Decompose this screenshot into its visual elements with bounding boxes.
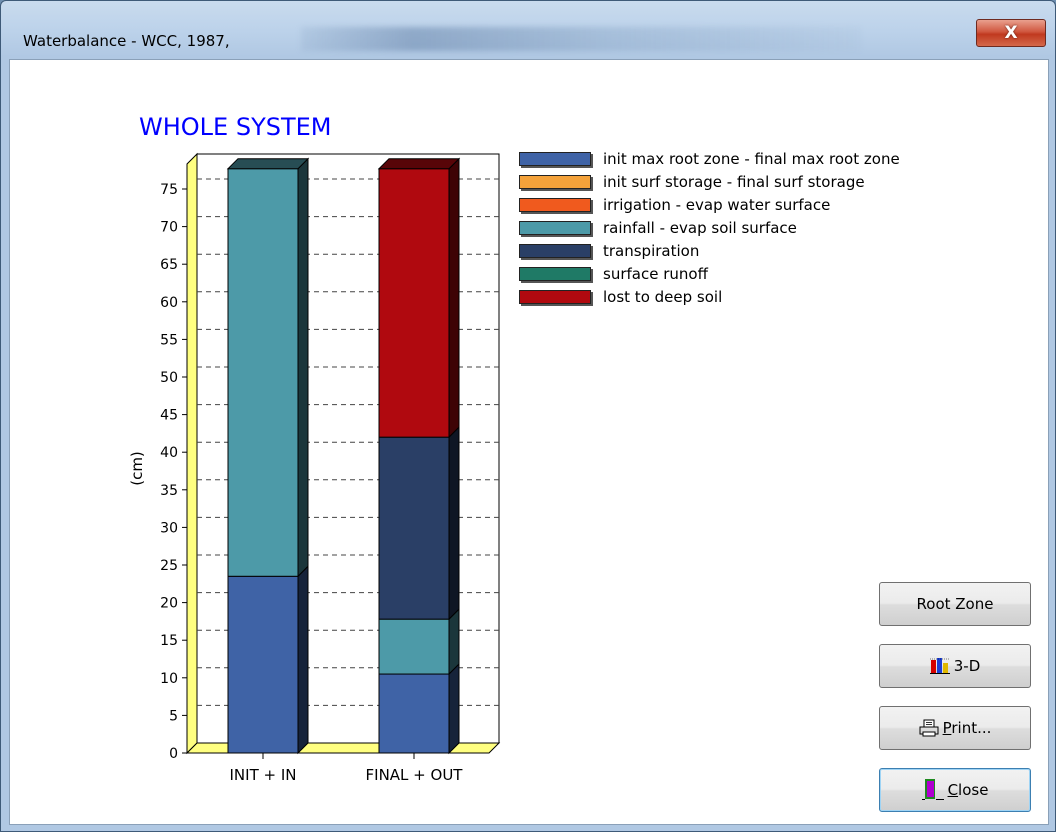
- legend-swatch: [519, 198, 591, 212]
- legend-label: rainfall - evap soil surface: [603, 219, 797, 237]
- three-d-button[interactable]: 3-D: [879, 644, 1031, 688]
- title-bar-blurred-toolbar: [301, 27, 861, 51]
- legend-label: transpiration: [603, 242, 700, 260]
- legend-swatch: [519, 244, 591, 258]
- chart-3d-icon: [929, 657, 950, 675]
- legend-label: init surf storage - final surf storage: [603, 173, 865, 191]
- print-button[interactable]: Print...: [879, 706, 1031, 750]
- print-label: Print...: [942, 719, 992, 737]
- waterbalance-window: Waterbalance - WCC, 1987, X WHOLE SYSTEM…: [0, 0, 1056, 832]
- close-label: Close: [947, 781, 989, 799]
- root-zone-button[interactable]: Root Zone: [879, 582, 1031, 626]
- title-bar[interactable]: Waterbalance - WCC, 1987, X: [1, 1, 1055, 59]
- door-exit-icon: [921, 779, 944, 801]
- legend-swatch: [519, 290, 591, 304]
- legend-swatch: [519, 152, 591, 166]
- legend-label: surface runoff: [603, 265, 708, 283]
- legend-swatch: [519, 221, 591, 235]
- printer-icon: [919, 719, 939, 737]
- legend-label: irrigation - evap water surface: [603, 196, 831, 214]
- close-window-button[interactable]: X: [976, 19, 1046, 47]
- three-d-label: 3-D: [953, 657, 981, 675]
- legend-label: init max root zone - final max root zone: [603, 150, 900, 168]
- root-zone-label: Root Zone: [916, 595, 994, 613]
- legend-label: lost to deep soil: [603, 288, 723, 306]
- chart-title: WHOLE SYSTEM: [139, 113, 332, 141]
- window-title: Waterbalance - WCC, 1987,: [23, 32, 230, 50]
- legend-swatch: [519, 175, 591, 189]
- close-button[interactable]: Close: [879, 768, 1031, 812]
- close-x-icon: X: [1004, 23, 1018, 43]
- legend-swatch: [519, 267, 591, 281]
